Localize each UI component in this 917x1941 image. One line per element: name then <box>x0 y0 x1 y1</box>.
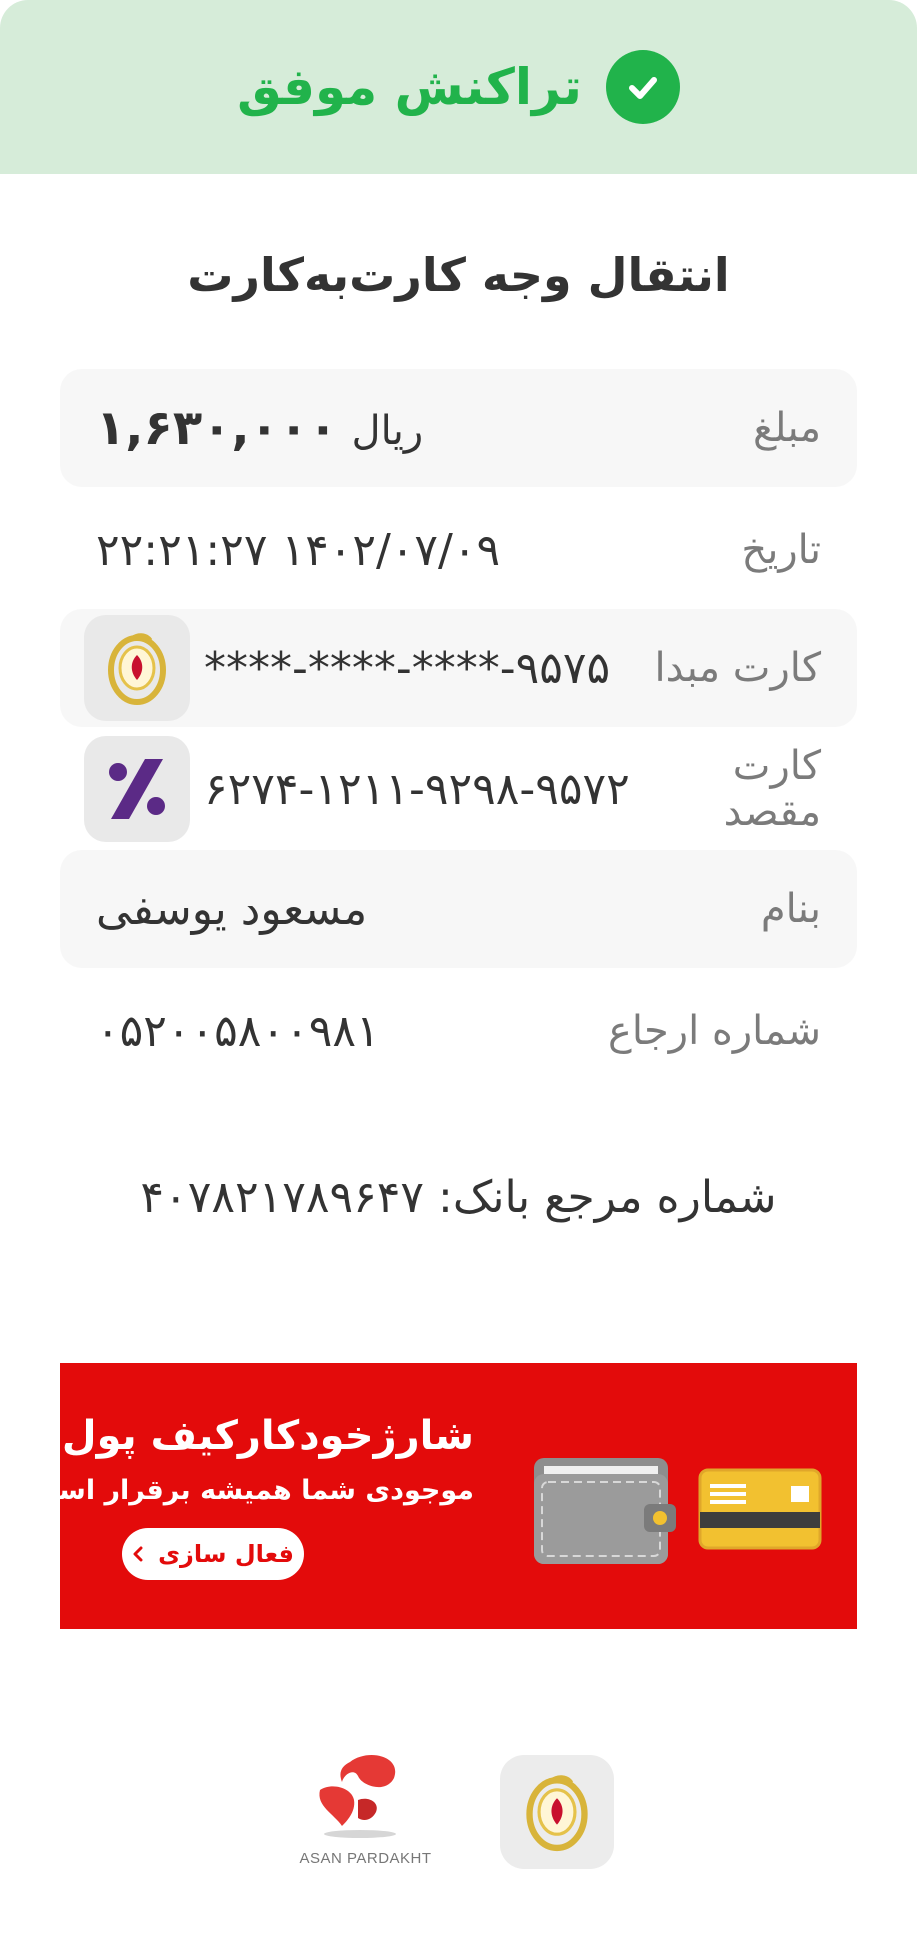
amount-unit: ریال <box>351 408 424 454</box>
source-card-label: کارت مبدا <box>654 645 821 691</box>
activate-button[interactable]: فعال سازی <box>122 1528 304 1580</box>
amount-label: مبلغ <box>752 405 821 451</box>
banner-title: شارژخودکارکیف پول <box>61 1413 474 1459</box>
source-card-number: ****-****-****-۹۵۷۵ <box>204 642 611 694</box>
asan-pardakht-caption: ASAN PARDAKHT <box>299 1850 432 1867</box>
bank-melli-footer-logo-icon <box>500 1755 614 1869</box>
recipient-name: مسعود یوسفی <box>96 883 368 935</box>
amount-number: ۱,۶۳۰,۰۰۰ <box>96 400 338 456</box>
eghtesad-novin-logo-icon <box>84 736 190 842</box>
reference-row: ۰۵۲۰۰۵۸۰۰۹۸۱ شماره ارجاع <box>60 972 857 1090</box>
banner-subtitle: موجودی شما همیشه برقرار است <box>30 1475 474 1506</box>
amount-value: ریال ۱,۶۳۰,۰۰۰ <box>96 400 437 456</box>
activate-button-label: فعال سازی <box>158 1540 294 1568</box>
receipt-page: تراکنش موفق انتقال وجه کارت‌به‌کارت ریال… <box>0 0 917 1941</box>
bank-melli-logo-icon <box>84 615 190 721</box>
transaction-title: انتقال وجه کارت‌به‌کارت <box>187 248 730 302</box>
date-row: ۲۲:۲۱:۲۷ ۱۴۰۲/۰۷/۰۹ تاریخ <box>60 491 857 609</box>
name-row: مسعود یوسفی بنام <box>60 850 857 968</box>
source-card-row: ****-****-****-۹۵۷۵ کارت مبدا <box>60 609 857 727</box>
dest-card-number: ۶۲۷۴-۱۲۱۱-۹۲۹۸-۹۵۷۲ <box>204 763 630 815</box>
bank-card-icon <box>698 1468 822 1554</box>
status-title: تراکنش موفق <box>237 58 582 116</box>
reference-label: شماره ارجاع <box>607 1008 821 1054</box>
wallet-auto-charge-banner[interactable]: شارژخودکارکیف پول موجودی شما همیشه برقرا… <box>31 1363 857 1629</box>
date-value: ۲۲:۲۱:۲۷ ۱۴۰۲/۰۷/۰۹ <box>96 524 501 576</box>
success-header: تراکنش موفق <box>0 0 917 174</box>
dest-card-row: ۶۲۷۴-۱۲۱۱-۹۲۹۸-۹۵۷۲ کارت مقصد <box>60 730 857 848</box>
check-circle-icon <box>605 50 680 124</box>
amount-row: ریال ۱,۶۳۰,۰۰۰ مبلغ <box>60 369 857 487</box>
dest-card-label: کارت مقصد <box>723 743 821 835</box>
date-label: تاریخ <box>741 527 821 573</box>
bank-reference-number: شماره مرجع بانک: ۴۰۷۸۲۱۷۸۹۶۴۷ <box>140 1172 777 1223</box>
name-label: بنام <box>760 886 821 932</box>
wallet-icon <box>532 1456 678 1572</box>
chevron-left-icon <box>132 1540 144 1568</box>
asan-pardakht-logo: ASAN PARDAKHT <box>298 1752 433 1877</box>
reference-number: ۰۵۲۰۰۵۸۰۰۹۸۱ <box>96 1005 380 1057</box>
